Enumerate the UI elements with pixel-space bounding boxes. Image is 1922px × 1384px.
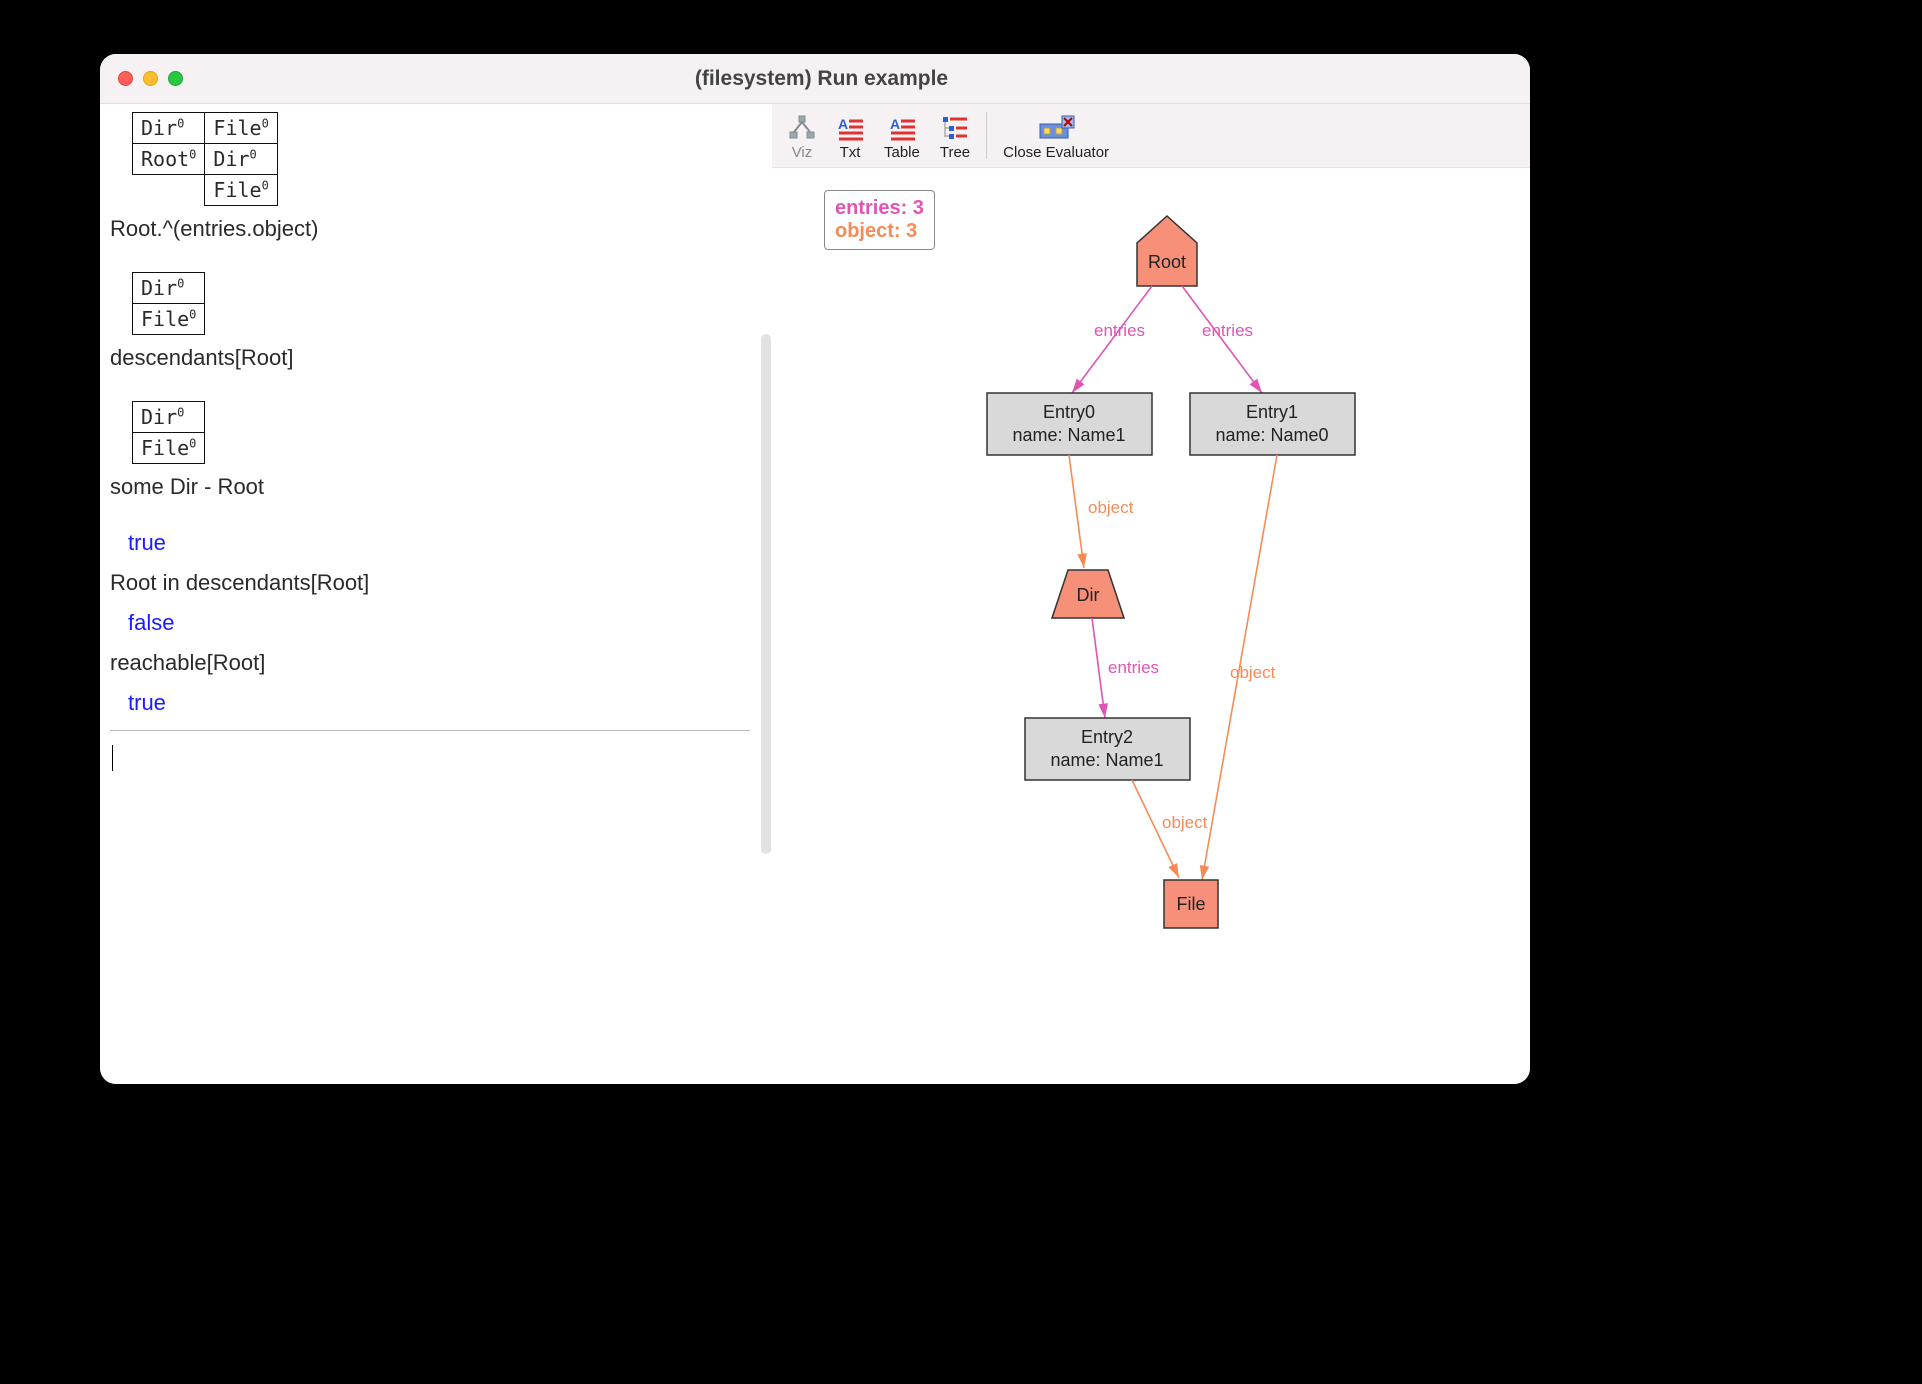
svg-text:A: A: [838, 116, 848, 132]
result-block-2: Dir0 File0 descendants[Root]: [110, 272, 750, 371]
text-cursor: [112, 745, 113, 771]
result-bool: true: [128, 530, 750, 556]
viz-toolbar: Viz A Txt A Table: [772, 104, 1530, 168]
expression: reachable[Root]: [110, 650, 750, 676]
cell: File0: [133, 433, 205, 464]
svg-text:File: File: [1176, 894, 1205, 914]
btn-label: Txt: [840, 144, 861, 161]
expression: Root.^(entries.object): [110, 216, 750, 242]
titlebar[interactable]: (filesystem) Run example: [100, 54, 1530, 104]
viz-button[interactable]: Viz: [778, 104, 826, 167]
evaluator-pane[interactable]: Dir0 File0 Root0 Dir0 File0 Root.^(entri…: [100, 104, 760, 1084]
graph-edge: [1069, 455, 1084, 568]
result-bool: false: [128, 610, 750, 636]
expression: Root in descendants[Root]: [110, 570, 750, 596]
splitter-handle[interactable]: [761, 334, 771, 854]
table-button[interactable]: A Table: [874, 104, 930, 167]
btn-label: Tree: [940, 144, 970, 161]
svg-text:Root: Root: [1148, 252, 1186, 272]
svg-text:Entry2: Entry2: [1081, 727, 1133, 747]
svg-text:name: Name0: name: Name0: [1215, 425, 1328, 445]
txt-button[interactable]: A Txt: [826, 104, 874, 167]
cell: Dir0: [133, 402, 205, 433]
graph-icon: [788, 112, 816, 144]
edge-label: object: [1230, 663, 1276, 682]
cell: Dir0: [205, 144, 277, 175]
text-icon: A: [836, 112, 864, 144]
svg-text:Entry1: Entry1: [1246, 402, 1298, 422]
btn-label: Close Evaluator: [1003, 144, 1109, 161]
tree-icon: [941, 112, 969, 144]
svg-text:A: A: [890, 116, 900, 132]
window-title: (filesystem) Run example: [113, 67, 1530, 91]
expression: some Dir - Root: [110, 474, 750, 500]
cell: File0: [205, 175, 277, 206]
cell: Dir0: [133, 273, 205, 304]
cell: File0: [205, 113, 277, 144]
app-window: (filesystem) Run example Dir0 File0 Root…: [100, 54, 1530, 1084]
result-block-3: Dir0 File0 some Dir - Root: [110, 401, 750, 500]
cell: File0: [133, 304, 205, 335]
edge-label: entries: [1094, 321, 1145, 340]
visualizer-pane: Viz A Txt A Table: [772, 104, 1530, 1084]
result-table-1: Dir0 File0 Root0 Dir0 File0: [132, 112, 278, 206]
close-evaluator-icon: [1036, 112, 1076, 144]
expression: descendants[Root]: [110, 345, 750, 371]
graph-canvas[interactable]: entries: 3 object: 3: [772, 168, 1530, 1084]
table-icon: A: [888, 112, 916, 144]
pane-splitter[interactable]: [760, 104, 772, 1084]
svg-text:name: Name1: name: Name1: [1050, 750, 1163, 770]
node-entry2[interactable]: Entry2 name: Name1: [1025, 718, 1190, 780]
instance-graph: Root entries entries Entry0 name: Name1: [772, 168, 1530, 1068]
node-root[interactable]: Root: [1137, 216, 1197, 286]
close-evaluator-button[interactable]: Close Evaluator: [993, 104, 1119, 167]
toolbar-separator: [986, 112, 987, 159]
graph-edge: [1092, 618, 1105, 718]
evaluator-input[interactable]: [110, 730, 750, 776]
edge-label: object: [1088, 498, 1134, 517]
cell: Dir0: [133, 113, 205, 144]
result-table-3: Dir0 File0: [132, 401, 205, 464]
result-table-2: Dir0 File0: [132, 272, 205, 335]
btn-label: Table: [884, 144, 920, 161]
node-file[interactable]: File: [1164, 880, 1218, 928]
svg-text:Dir: Dir: [1077, 585, 1100, 605]
svg-text:Entry0: Entry0: [1043, 402, 1095, 422]
node-dir[interactable]: Dir: [1052, 570, 1124, 618]
svg-text:name: Name1: name: Name1: [1012, 425, 1125, 445]
edge-label: entries: [1108, 658, 1159, 677]
edge-label: object: [1162, 813, 1208, 832]
result-bool: true: [128, 690, 750, 716]
cell: Root0: [133, 144, 205, 175]
result-block-1: Dir0 File0 Root0 Dir0 File0 Root.^(entri…: [110, 112, 750, 242]
node-entry0[interactable]: Entry0 name: Name1: [987, 393, 1152, 455]
edge-label: entries: [1202, 321, 1253, 340]
tree-button[interactable]: Tree: [930, 104, 980, 167]
node-entry1[interactable]: Entry1 name: Name0: [1190, 393, 1355, 455]
btn-label: Viz: [792, 144, 813, 161]
